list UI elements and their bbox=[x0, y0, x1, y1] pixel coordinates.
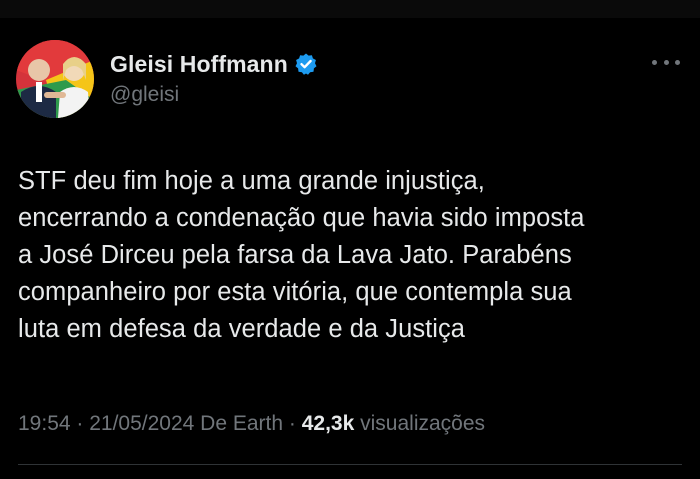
tweet-meta: 19:54 · 21/05/2024 De Earth · 42,3k visu… bbox=[18, 412, 485, 436]
author-handle[interactable]: @gleisi bbox=[110, 83, 179, 107]
tweet-date[interactable]: 21/05/2024 bbox=[89, 412, 194, 435]
meta-separator: · bbox=[283, 412, 302, 435]
more-dot bbox=[652, 59, 657, 65]
avatar[interactable] bbox=[16, 40, 94, 118]
top-strip bbox=[0, 0, 700, 18]
verified-badge-icon bbox=[294, 52, 318, 76]
tweet-time[interactable]: 19:54 bbox=[18, 412, 71, 435]
divider bbox=[18, 464, 682, 465]
more-dot bbox=[663, 59, 669, 65]
author-display-name[interactable]: Gleisi Hoffmann bbox=[110, 51, 288, 78]
meta-separator: · bbox=[70, 412, 90, 435]
views-count[interactable]: 42,3k bbox=[302, 412, 355, 435]
author-name-row: Gleisi Hoffmann bbox=[110, 49, 318, 79]
avatar-image bbox=[16, 40, 94, 118]
tweet-source: De Earth bbox=[194, 412, 284, 435]
views-label[interactable]: visualizações bbox=[354, 412, 485, 435]
more-dot bbox=[675, 59, 680, 65]
more-horizontal-icon[interactable] bbox=[652, 52, 680, 72]
tweet-text: STF deu fim hoje a uma grande injustiça,… bbox=[18, 167, 585, 343]
